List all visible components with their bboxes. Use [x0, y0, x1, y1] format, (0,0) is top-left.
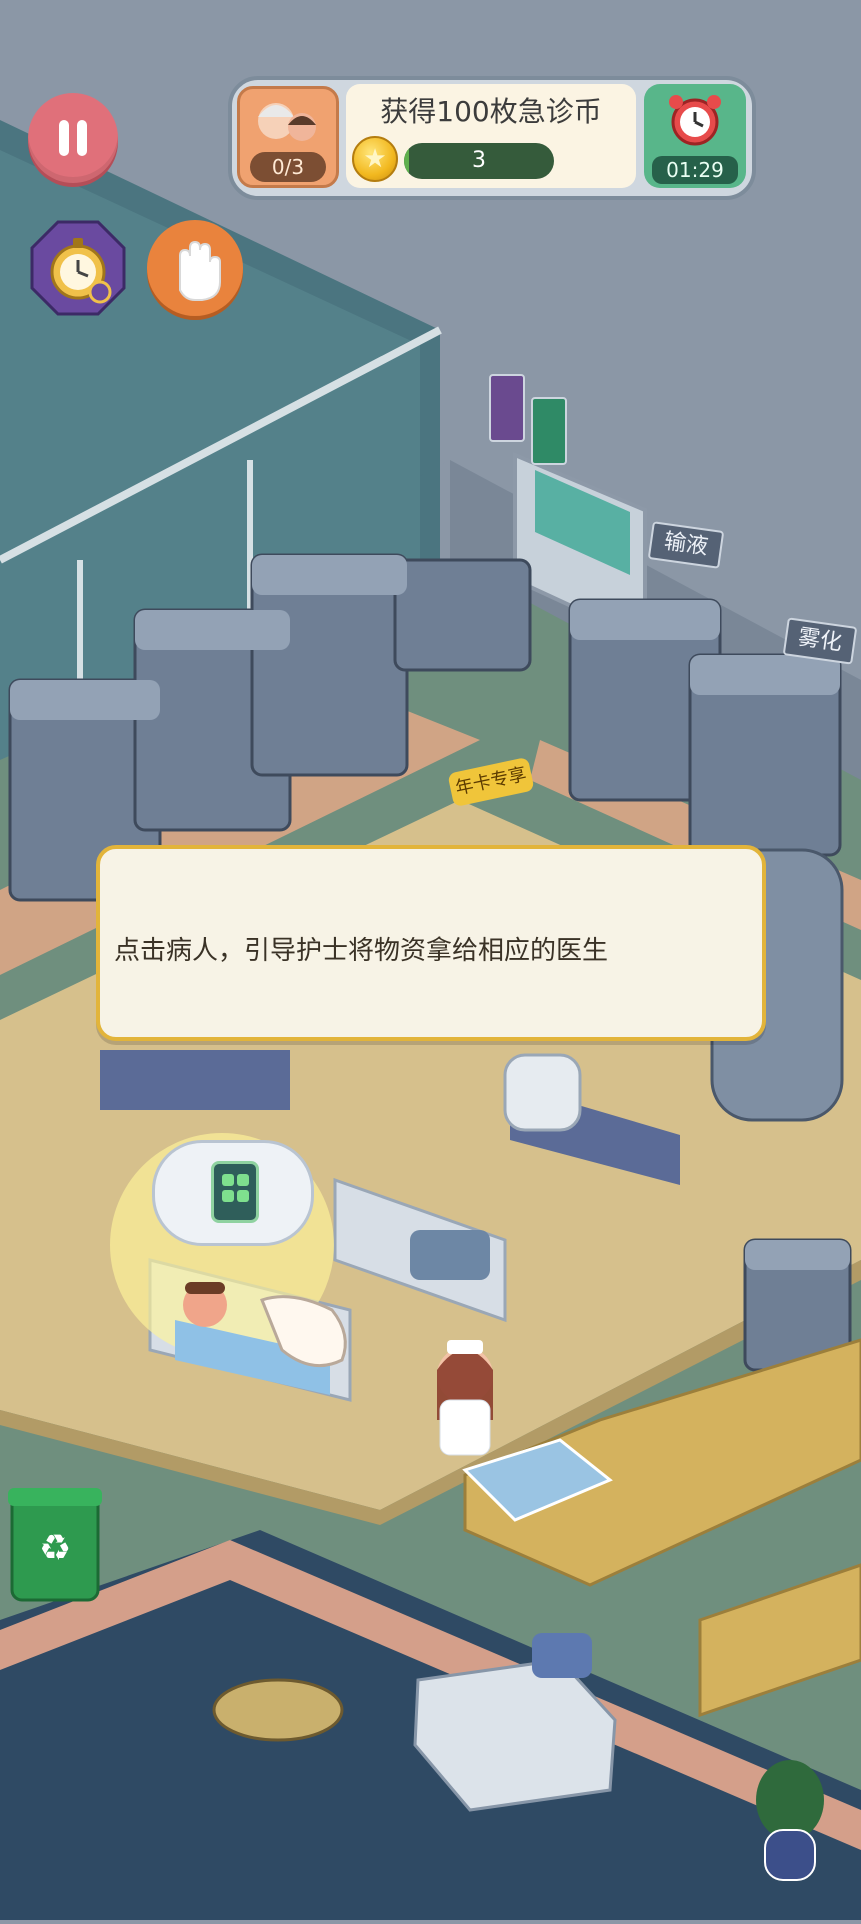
elderly-patients-icon	[258, 103, 316, 141]
medical-supply-icon	[211, 1161, 259, 1223]
patients-progress: 0/3	[250, 152, 326, 182]
patient-on-bed[interactable]	[140, 1250, 360, 1400]
task-title: 获得100枚急诊币	[380, 95, 602, 128]
coin-count: 3	[472, 148, 486, 173]
patient-request-bubble	[152, 1140, 314, 1246]
alarm-clock-icon	[669, 95, 721, 146]
star-coin-icon: ★	[352, 136, 398, 182]
stopwatch-icon[interactable]	[28, 218, 128, 318]
nurse-character[interactable]	[420, 1330, 520, 1460]
hand-icon	[179, 240, 221, 301]
tutorial-instruction: 点击病人，引导护士将物资拿给相应的医生	[114, 936, 609, 966]
recycle-bin-icon[interactable]	[8, 1488, 102, 1600]
hand-skill-button[interactable]	[147, 220, 243, 316]
countdown-timer: 01:29	[652, 156, 738, 184]
pause-button[interactable]	[28, 93, 118, 183]
